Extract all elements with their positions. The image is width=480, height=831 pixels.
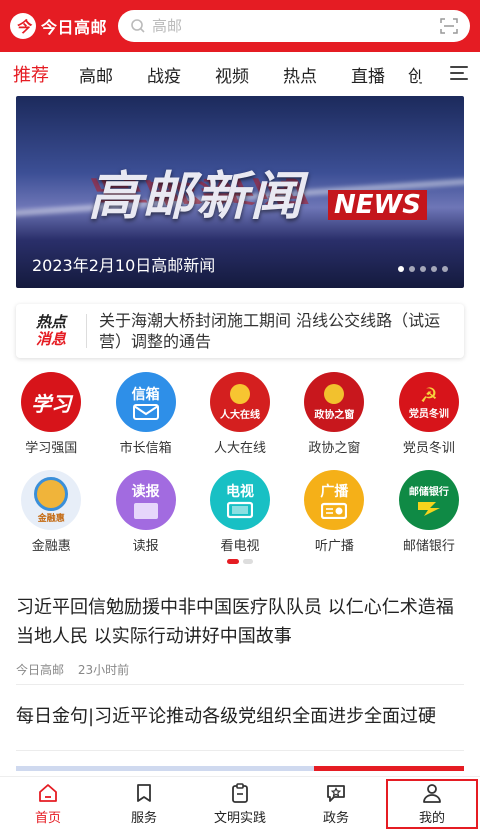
nav-government[interactable]: 政务 xyxy=(288,777,384,831)
tab-hot[interactable]: 热点 xyxy=(266,62,334,87)
article-time: 23小时前 xyxy=(77,663,130,677)
article-item[interactable]: 习近平回信勉励援中非中国医疗队队员 以仁心仁术造福当地人民 以实际行动讲好中国故… xyxy=(16,593,464,678)
xuexi-icon: 学习 xyxy=(21,372,82,432)
banner-news-tag: NEWS xyxy=(328,190,427,220)
cppcc-emblem-icon: 政协之窗 xyxy=(304,372,365,432)
service-label: 人大在线 xyxy=(214,441,267,456)
nav-label: 我的 xyxy=(418,811,445,826)
article-title: 习近平回信勉励援中非中国医疗队队员 以仁心仁术造福当地人民 以实际行动讲好中国故… xyxy=(16,597,454,647)
service-cppcc[interactable]: 政协之窗 政协之窗 xyxy=(287,372,381,456)
clipboard-icon xyxy=(232,783,248,803)
star-chat-icon xyxy=(327,785,345,802)
search-bar[interactable] xyxy=(118,10,470,42)
tab-partial[interactable]: 创 xyxy=(408,62,422,87)
banner-pagination xyxy=(393,266,448,272)
tab-epidemic[interactable]: 战疫 xyxy=(130,62,198,87)
newspaper-icon: 读报 xyxy=(115,470,176,530)
bookmark-icon xyxy=(137,784,151,802)
service-grid: 学习 学习强国 信箱 市长信箱 人大在线 人大在线 政协之窗 政协之窗 ☭ 党员… xyxy=(0,372,480,554)
service-psbc[interactable]: 邮储银行 邮储银行 xyxy=(382,470,476,554)
search-icon xyxy=(131,19,145,33)
search-input[interactable] xyxy=(152,17,440,35)
banner-caption: 2023年2月10日高邮新闻 xyxy=(32,256,216,275)
service-row: 学习 学习强国 信箱 市长信箱 人大在线 人大在线 政协之窗 政协之窗 ☭ 党员… xyxy=(0,372,480,456)
tab-recommend[interactable]: 推荐 xyxy=(0,61,62,99)
service-tv[interactable]: 电视 看电视 xyxy=(193,470,287,554)
logo-text: 今日高邮 xyxy=(41,18,108,37)
service-label: 邮储银行 xyxy=(402,539,455,554)
home-icon xyxy=(39,784,57,802)
hot-news-tag: 热点 消息 xyxy=(16,314,86,348)
service-label: 市长信箱 xyxy=(119,441,172,456)
app-logo[interactable]: 今 今日高邮 xyxy=(10,13,118,39)
service-label: 政协之窗 xyxy=(308,441,361,456)
banner-dot xyxy=(431,266,437,272)
npc-emblem-icon: 人大在线 xyxy=(210,372,271,432)
tab-live[interactable]: 直播 xyxy=(334,62,402,87)
service-label: 听广播 xyxy=(314,539,354,554)
service-label: 读报 xyxy=(132,539,159,554)
nav-home[interactable]: 首页 xyxy=(0,777,96,831)
banner-dot xyxy=(398,266,404,272)
mailbox-icon: 信箱 xyxy=(115,372,176,432)
service-mailbox[interactable]: 信箱 市长信箱 xyxy=(98,372,192,456)
service-label: 党员冬训 xyxy=(402,441,455,456)
pager-dot xyxy=(227,559,239,564)
banner-title: 高邮新闻 xyxy=(88,167,305,227)
bottom-nav: 首页 服务 文明实践 政务 我的 xyxy=(0,776,480,831)
service-newspaper[interactable]: 读报 读报 xyxy=(98,470,192,554)
hot-tag-line2: 消息 xyxy=(35,330,66,348)
hot-news-text[interactable]: 关于海潮大桥封闭施工期间 沿线公交线路（试运营）调整的通告 xyxy=(99,310,464,352)
nav-civilization[interactable]: 文明实践 xyxy=(192,777,288,831)
service-npc[interactable]: 人大在线 人大在线 xyxy=(193,372,287,456)
article-source: 今日高邮 xyxy=(16,663,65,677)
service-radio[interactable]: 广播 听广播 xyxy=(287,470,381,554)
banner-dot xyxy=(409,266,415,272)
scan-icon[interactable] xyxy=(440,17,458,35)
nav-mine[interactable]: 我的 xyxy=(384,777,480,831)
nav-service[interactable]: 服务 xyxy=(96,777,192,831)
tab-gaoyou[interactable]: 高邮 xyxy=(62,62,130,87)
user-icon xyxy=(423,784,441,803)
nav-label: 首页 xyxy=(34,811,61,826)
news-banner[interactable]: 高邮新闻 高邮新闻 NEWS 2023年2月10日高邮新闻 xyxy=(16,96,464,288)
party-icon: ☭ 党员冬训 xyxy=(398,372,459,432)
divider xyxy=(86,314,87,348)
radio-icon: 广播 xyxy=(304,470,365,530)
service-label: 看电视 xyxy=(220,539,260,554)
partial-banner-strip xyxy=(16,766,464,771)
banner-dot xyxy=(442,266,448,272)
psbc-icon: 邮储银行 xyxy=(398,470,459,530)
banner-dot xyxy=(420,266,426,272)
service-label: 金融惠 xyxy=(31,539,71,554)
service-party[interactable]: ☭ 党员冬训 党员冬训 xyxy=(382,372,476,456)
divider xyxy=(16,684,464,685)
nav-label: 服务 xyxy=(130,811,157,826)
article-item[interactable]: 每日金句|习近平论推动各级党组织全面进步全面过硬 xyxy=(16,702,464,728)
finance-icon: 金融惠 xyxy=(21,470,82,530)
logo-mark-icon: 今 xyxy=(10,13,36,39)
app-header: 今 今日高邮 xyxy=(0,0,480,52)
nav-label: 政务 xyxy=(322,811,349,826)
pager-dot xyxy=(243,559,253,564)
divider xyxy=(16,750,464,751)
service-label: 学习强国 xyxy=(25,441,78,456)
channel-menu-icon[interactable] xyxy=(450,66,468,82)
tab-video[interactable]: 视频 xyxy=(198,62,266,87)
service-row: 金融惠 金融惠 读报 读报 电视 看电视 广播 听广播 邮储银行 邮储银行 xyxy=(0,470,480,554)
service-finance[interactable]: 金融惠 金融惠 xyxy=(4,470,98,554)
service-xuexi[interactable]: 学习 学习强国 xyxy=(4,372,98,456)
nav-label: 文明实践 xyxy=(213,811,266,826)
hot-news-ticker[interactable]: 热点 消息 关于海潮大桥封闭施工期间 沿线公交线路（试运营）调整的通告 xyxy=(16,304,464,358)
tv-icon: 电视 xyxy=(210,470,271,530)
article-title: 每日金句|习近平论推动各级党组织全面进步全面过硬 xyxy=(16,706,437,727)
channel-tabs: 推荐 高邮 战疫 视频 热点 直播 创 xyxy=(0,52,480,99)
hot-tag-line1: 热点 xyxy=(35,313,66,331)
article-meta: 今日高邮 23小时前 xyxy=(16,661,464,678)
service-grid-pagination xyxy=(227,559,257,564)
